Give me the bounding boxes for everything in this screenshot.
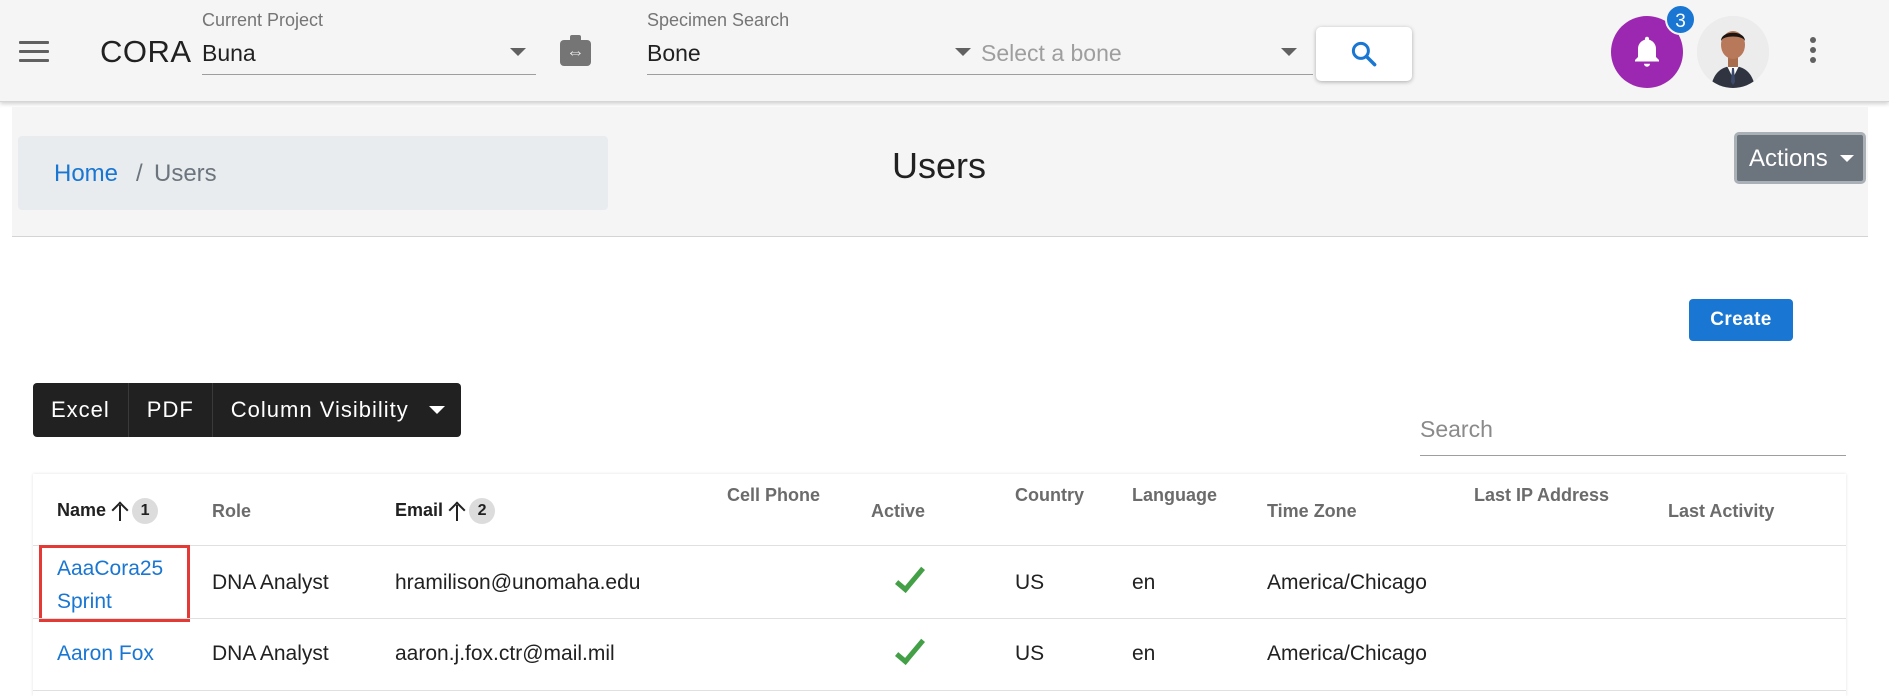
column-header-name-label: Name <box>57 499 107 520</box>
header-divider <box>33 545 1846 546</box>
user-time-zone: America/Chicago <box>1267 571 1427 594</box>
more-options-icon[interactable] <box>1806 37 1820 67</box>
selection-highlight <box>39 545 190 622</box>
menu-icon[interactable] <box>19 41 49 63</box>
bell-icon <box>1635 36 1659 67</box>
column-header-time-zone[interactable]: Time Zone <box>1267 498 1357 524</box>
column-header-email[interactable]: Email 2 <box>395 498 496 524</box>
chevron-down-icon <box>1840 155 1854 162</box>
chevron-down-icon <box>428 406 445 414</box>
column-header-email-label: Email <box>395 499 444 520</box>
bone-select[interactable]: Select a bone <box>981 30 1311 75</box>
sort-ascending-icon <box>112 501 128 521</box>
search-icon <box>1351 41 1377 67</box>
column-header-last-ip[interactable]: Last IP Address <box>1474 485 1609 506</box>
column-visibility-button[interactable]: Column Visibility <box>213 383 461 437</box>
column-header-last-activity[interactable]: Last Activity <box>1668 498 1774 524</box>
current-project-label: Current Project <box>202 10 324 30</box>
user-name-link[interactable]: Aaron Fox <box>57 642 154 666</box>
current-project-select[interactable]: Buna <box>202 30 536 75</box>
page-title: Users <box>892 145 987 186</box>
column-header-role[interactable]: Role <box>212 498 251 524</box>
breadcrumb-home-link[interactable]: Home <box>54 160 118 188</box>
avatar-image <box>1697 16 1769 88</box>
sort-order-badge: 1 <box>132 498 159 524</box>
bone-select-placeholder: Select a bone <box>981 40 1122 66</box>
active-check-icon <box>894 561 926 593</box>
user-email: aaron.j.fox.ctr@mail.mil <box>395 642 615 665</box>
specimen-type-select[interactable]: Bone <box>647 30 971 75</box>
user-language: en <box>1132 571 1156 594</box>
user-email: hramilison@unomaha.edu <box>395 571 641 594</box>
chevron-down-icon <box>510 48 526 56</box>
table-search-field <box>1420 408 1846 456</box>
user-country: US <box>1015 571 1045 594</box>
chevron-down-icon <box>955 48 971 56</box>
column-header-name[interactable]: Name 1 <box>57 498 159 524</box>
user-avatar[interactable] <box>1697 16 1769 88</box>
excel-export-button[interactable]: Excel <box>33 383 129 437</box>
top-app-bar: CORA Current Project Buna ⇔ Specimen Sea… <box>0 0 1889 102</box>
current-project-value: Buna <box>202 40 256 66</box>
breadcrumb: Home / Users <box>18 136 608 210</box>
user-country: US <box>1015 642 1045 665</box>
column-header-language[interactable]: Language <box>1132 485 1217 506</box>
column-header-country[interactable]: Country <box>1015 485 1084 506</box>
row-divider <box>33 690 1846 691</box>
user-role: DNA Analyst <box>212 571 329 594</box>
column-header-active[interactable]: Active <box>871 498 925 524</box>
user-language: en <box>1132 642 1156 665</box>
specimen-search-button[interactable] <box>1316 27 1412 81</box>
specimen-type-value: Bone <box>647 40 701 66</box>
export-button-group: Excel PDF Column Visibility <box>33 383 461 437</box>
page-header: Home / Users Users Actions <box>12 107 1868 237</box>
user-time-zone: America/Chicago <box>1267 642 1427 665</box>
specimen-search-label: Specimen Search <box>647 10 790 30</box>
app-brand: CORA <box>100 34 192 69</box>
table-search-input[interactable] <box>1420 416 1840 443</box>
breadcrumb-separator: / <box>136 160 143 187</box>
actions-label: Actions <box>1749 145 1828 172</box>
row-divider <box>33 618 1846 619</box>
actions-dropdown-button[interactable]: Actions <box>1734 132 1866 184</box>
chevron-down-icon <box>1281 48 1297 56</box>
column-header-cell-phone[interactable]: Cell Phone <box>727 485 820 506</box>
specimen-search-field: Bone Select a bone <box>647 30 1313 75</box>
pdf-export-button[interactable]: PDF <box>129 383 213 437</box>
sort-ascending-icon <box>449 501 465 521</box>
user-role: DNA Analyst <box>212 642 329 665</box>
column-visibility-label: Column Visibility <box>230 397 409 422</box>
active-check-icon <box>894 633 926 665</box>
breadcrumb-current: Users <box>154 160 217 187</box>
create-button[interactable]: Create <box>1689 299 1793 341</box>
notification-count-badge: 3 <box>1665 4 1696 35</box>
switch-project-icon[interactable]: ⇔ <box>560 35 591 66</box>
users-table: Name 1 Role Email 2 Cell Phone Active Coun… <box>33 474 1846 696</box>
sort-order-badge: 2 <box>469 498 496 524</box>
